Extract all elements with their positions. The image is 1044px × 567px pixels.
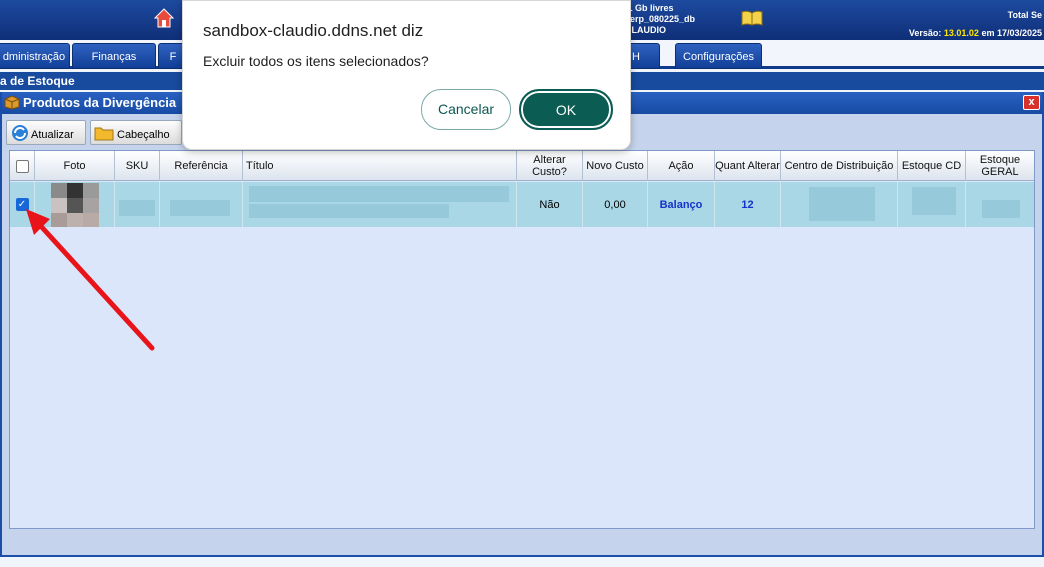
select-all-checkbox[interactable]	[15, 159, 29, 173]
dialog-message: Excluir todos os itens selecionados?	[203, 53, 429, 69]
database-name-text: _erp_080225_db	[625, 14, 696, 24]
book-icon[interactable]	[741, 10, 763, 26]
col-foto[interactable]: Foto	[35, 151, 115, 181]
estoque-geral-cell	[966, 182, 1034, 227]
refresh-icon	[12, 125, 28, 141]
col-titulo[interactable]: Título	[243, 151, 517, 181]
package-icon	[4, 95, 20, 110]
col-referencia[interactable]: Referência	[160, 151, 243, 181]
window-title: Produtos da Divergência	[23, 95, 177, 110]
tab-configuracoes[interactable]: Configurações	[675, 43, 762, 69]
header-button[interactable]: Cabeçalho	[90, 120, 182, 145]
close-icon: x	[1028, 96, 1035, 108]
close-window-button[interactable]: x	[1023, 95, 1040, 110]
redacted-reference	[170, 200, 230, 216]
folder-icon	[94, 127, 114, 141]
referencia-cell	[160, 182, 243, 227]
col-alterar-custo[interactable]: Alterar Custo?	[517, 151, 583, 181]
alterar-custo-cell: Não	[517, 182, 583, 227]
col-quant-alterar[interactable]: Quant Alterar	[715, 151, 781, 181]
estoque-cd-cell	[898, 182, 966, 227]
refresh-button[interactable]: Atualizar	[6, 120, 86, 145]
ok-button[interactable]: OK	[519, 89, 613, 130]
redacted-dc	[809, 187, 875, 221]
col-acao[interactable]: Ação	[648, 151, 715, 181]
table-header: Foto SKU Referência Título Alterar Custo…	[10, 151, 1034, 181]
col-estoque-cd[interactable]: Estoque CD	[898, 151, 966, 181]
acao-cell: Balanço	[648, 182, 715, 227]
dialog-origin: sandbox-claudio.ddns.net diz	[203, 21, 424, 40]
disk-free-text: .1 Gb livres	[625, 3, 674, 13]
products-table: Foto SKU Referência Título Alterar Custo…	[9, 150, 1035, 529]
tab-financas[interactable]: Finanças	[72, 43, 156, 69]
table-row[interactable]: ✓ Não 0,00 Balanço 12	[10, 182, 1034, 227]
redacted-stock-geral	[982, 200, 1020, 218]
quant-alterar-cell: 12	[715, 182, 781, 227]
header-label: Cabeçalho	[117, 129, 170, 141]
cancel-button[interactable]: Cancelar	[421, 89, 511, 130]
select-all-cell	[10, 151, 35, 181]
total-label: Total Se	[1007, 10, 1042, 20]
version-info: Total Se Versão: 13.01.02 em 17/03/2025	[909, 6, 1042, 42]
version-date: em 17/03/2025	[981, 28, 1042, 38]
col-estoque-geral[interactable]: Estoque GERAL	[966, 151, 1034, 181]
col-novo-custo[interactable]: Novo Custo	[583, 151, 648, 181]
titulo-cell	[243, 182, 517, 227]
red-arrow-annotation	[26, 209, 155, 351]
redacted-stock-cd	[912, 187, 956, 215]
user-name-text: CLAUDIO	[625, 25, 666, 35]
version-number: 13.01.02	[943, 28, 979, 38]
server-info: .1 Gb livres _erp_080225_db CLAUDIO	[625, 3, 695, 36]
home-icon[interactable]	[153, 7, 175, 29]
centro-distribuicao-cell	[781, 182, 898, 227]
redacted-title-line1	[249, 186, 509, 202]
refresh-label: Atualizar	[31, 129, 74, 141]
col-centro-distribuicao[interactable]: Centro de Distribuição	[781, 151, 898, 181]
novo-custo-cell: 0,00	[583, 182, 648, 227]
tab-administracao[interactable]: dministração	[0, 43, 70, 69]
confirm-dialog: sandbox-claudio.ddns.net diz Excluir tod…	[182, 0, 631, 150]
col-sku[interactable]: SKU	[115, 151, 160, 181]
redacted-title-line2	[249, 204, 449, 218]
version-prefix: Versão:	[908, 28, 942, 38]
